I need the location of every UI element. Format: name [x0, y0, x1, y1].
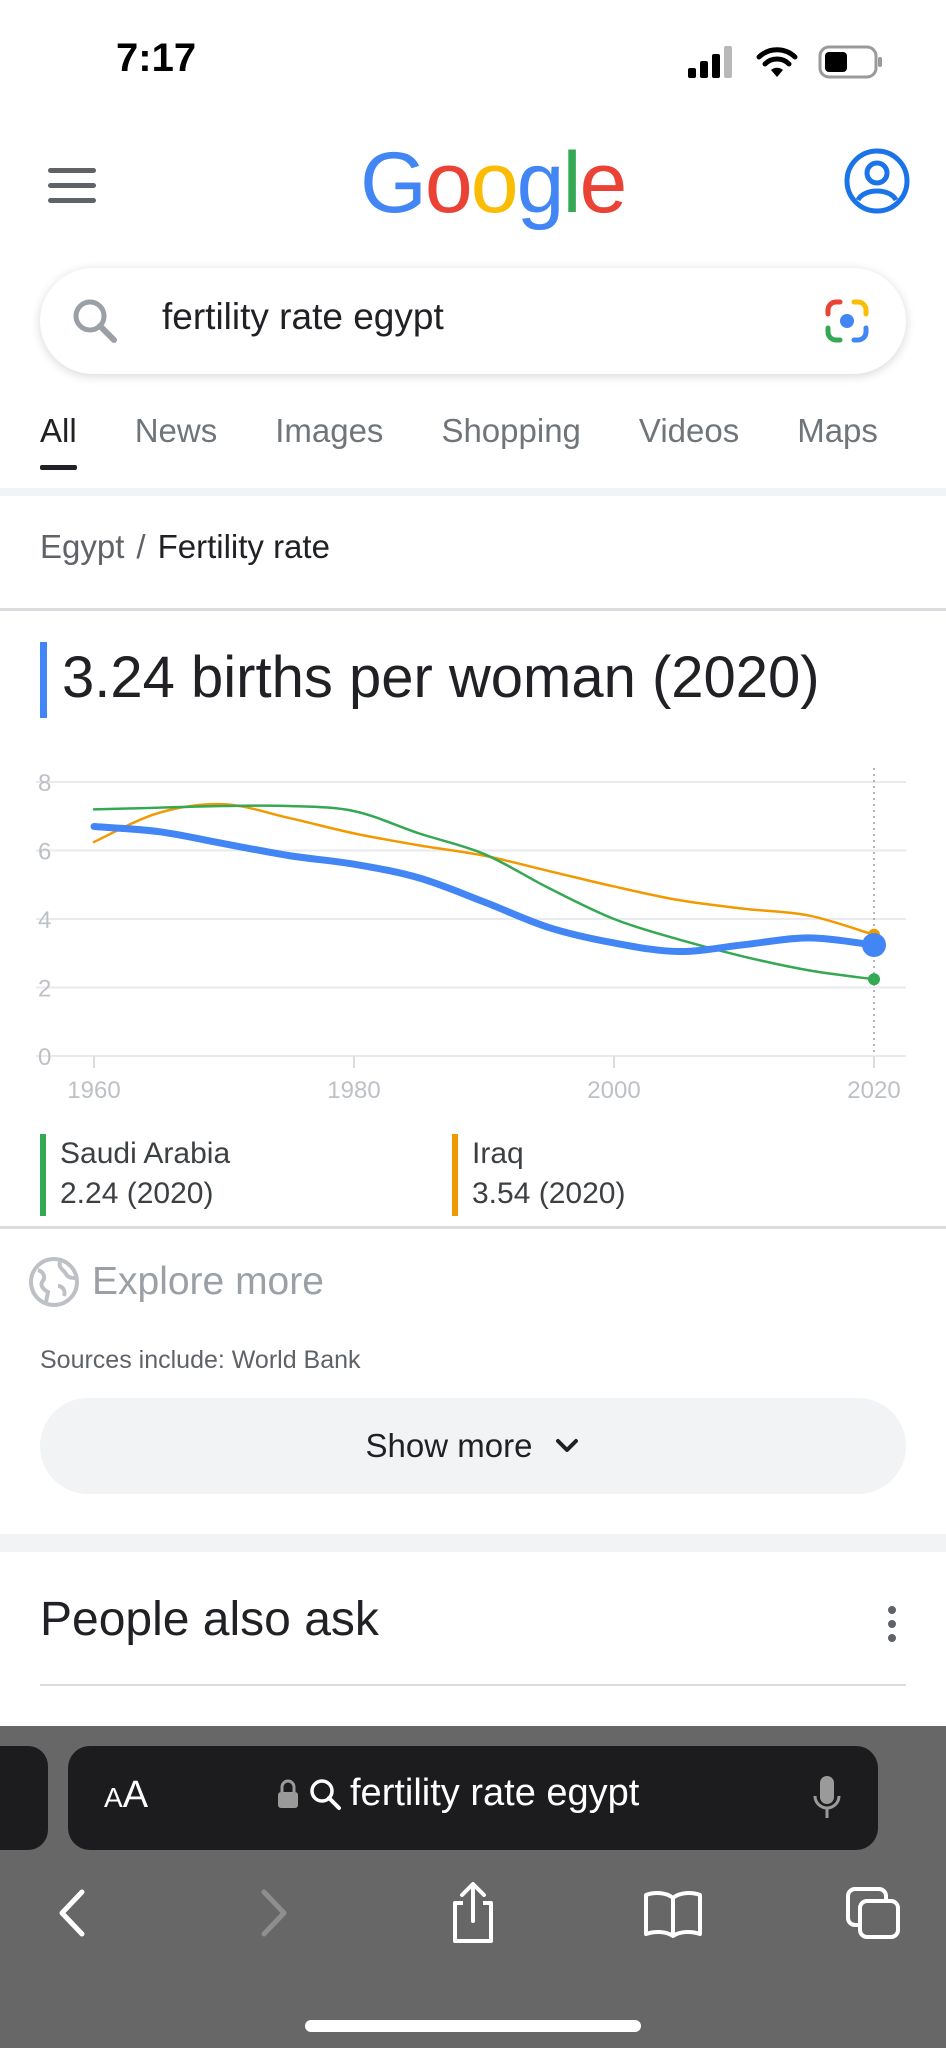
google-logo[interactable]: Google — [360, 140, 627, 226]
home-indicator — [305, 2020, 641, 2032]
legend-value: 3.54 (2020) — [472, 1177, 626, 1210]
y-tick-label: 0 — [38, 1044, 51, 1071]
address-text: fertility rate egypt — [350, 1772, 640, 1814]
breadcrumb-topic: Fertility rate — [157, 528, 330, 565]
logo-letter: l — [562, 135, 581, 231]
account-icon[interactable] — [844, 148, 910, 214]
bookmarks-button[interactable] — [638, 1878, 708, 1948]
breadcrumb-separator: / — [136, 528, 146, 565]
tab-news[interactable]: News — [135, 412, 218, 470]
x-tick-label: 1980 — [327, 1077, 380, 1104]
series-line-saudi-arabia — [92, 804, 876, 981]
sources-text: Sources include: World Bank — [40, 1346, 361, 1374]
legend-color-bar — [40, 1134, 46, 1216]
section-divider — [0, 1534, 946, 1552]
divider — [0, 608, 946, 611]
status-icons — [688, 42, 884, 82]
tab-shopping[interactable]: Shopping — [441, 412, 580, 470]
forward-button[interactable] — [240, 1878, 310, 1948]
legend-item-saudi-arabia[interactable]: Saudi Arabia 2.24 (2020) — [40, 1134, 230, 1216]
tabs-icon — [846, 1887, 900, 1939]
lock-icon — [278, 1779, 298, 1808]
aa-large-letter: A — [122, 1774, 149, 1816]
search-input[interactable]: fertility rate egypt — [162, 296, 444, 338]
y-tick-label: 4 — [38, 907, 51, 934]
battery-icon — [818, 45, 882, 79]
logo-letter: g — [516, 135, 565, 231]
y-tick-label: 6 — [38, 839, 51, 866]
share-button[interactable] — [438, 1878, 508, 1948]
x-tick-label: 2000 — [587, 1077, 640, 1104]
fertility-rate-chart[interactable]: 0 2 4 6 8 1960 1980 2000 2020 — [0, 760, 946, 1120]
series-line-iraq — [92, 802, 876, 937]
more-options-icon[interactable] — [884, 1606, 900, 1642]
book-icon — [644, 1891, 702, 1938]
address-content[interactable]: fertility rate egypt — [276, 1772, 639, 1815]
tab-videos[interactable]: Videos — [639, 412, 739, 470]
legend-country: Iraq — [472, 1137, 524, 1170]
people-also-ask-title: People also ask — [40, 1593, 379, 1646]
x-tick-label: 2020 — [847, 1077, 900, 1104]
microphone-icon[interactable] — [812, 1774, 842, 1822]
fertility-rate-headline: 3.24 births per woman (2020) — [62, 645, 820, 710]
reader-aa-button[interactable]: AA — [104, 1774, 148, 1817]
show-more-label: Show more — [365, 1427, 533, 1464]
series-endpoint-egypt — [862, 933, 886, 958]
legend-item-iraq[interactable]: Iraq 3.54 (2020) — [452, 1134, 625, 1216]
explore-more-label: Explore more — [92, 1260, 324, 1303]
search-tabs: All News Images Shopping Videos Maps — [40, 412, 878, 472]
logo-letter: e — [579, 135, 628, 231]
safari-toolbar: AA fertility rate egypt — [0, 1726, 946, 2048]
cellular-signal-icon — [688, 46, 732, 78]
tab-maps[interactable]: Maps — [797, 412, 878, 470]
series-endpoint-saudi-arabia — [868, 973, 880, 986]
y-tick-label: 8 — [38, 770, 51, 797]
breadcrumb-country[interactable]: Egypt — [40, 528, 124, 565]
previous-tab-preview[interactable] — [0, 1746, 48, 1850]
search-box[interactable]: fertility rate egypt — [40, 268, 906, 374]
legend-value: 2.24 (2020) — [60, 1177, 214, 1210]
legend-country: Saudi Arabia — [60, 1137, 231, 1170]
chevron-down-icon — [556, 1439, 579, 1452]
logo-letter: G — [360, 135, 427, 231]
explore-more[interactable]: Explore more — [28, 1256, 324, 1308]
aa-small-letter: A — [104, 1782, 123, 1813]
y-tick-label: 2 — [38, 976, 51, 1003]
breadcrumb: Egypt / Fertility rate — [40, 528, 330, 566]
series-line-egypt — [90, 823, 878, 956]
status-bar: 7:17 — [0, 0, 946, 120]
tab-divider — [0, 488, 946, 496]
legend-color-bar — [452, 1134, 458, 1216]
google-lens-icon[interactable] — [822, 298, 872, 344]
status-time: 7:17 — [116, 36, 197, 80]
search-icon[interactable] — [70, 296, 120, 346]
chevron-left-icon — [59, 1889, 85, 1937]
share-icon — [453, 1882, 493, 1943]
globe-icon — [29, 1257, 79, 1307]
search-icon — [310, 1778, 341, 1810]
back-button[interactable] — [36, 1878, 106, 1948]
chevron-right-icon — [261, 1889, 287, 1937]
divider — [0, 1226, 946, 1229]
address-bar[interactable]: AA fertility rate egypt — [68, 1746, 878, 1850]
menu-icon[interactable] — [48, 168, 96, 208]
tab-all[interactable]: All — [40, 412, 77, 470]
logo-letter: o — [424, 135, 473, 231]
tab-images[interactable]: Images — [275, 412, 383, 470]
divider — [40, 1684, 906, 1686]
x-tick-label: 1960 — [67, 1077, 120, 1104]
safari-nav-row — [0, 1878, 946, 1958]
logo-letter: o — [470, 135, 519, 231]
tabs-button[interactable] — [838, 1878, 908, 1948]
headline-accent-bar — [40, 642, 47, 718]
show-more-button[interactable]: Show more — [40, 1398, 906, 1494]
wifi-icon — [756, 47, 798, 77]
